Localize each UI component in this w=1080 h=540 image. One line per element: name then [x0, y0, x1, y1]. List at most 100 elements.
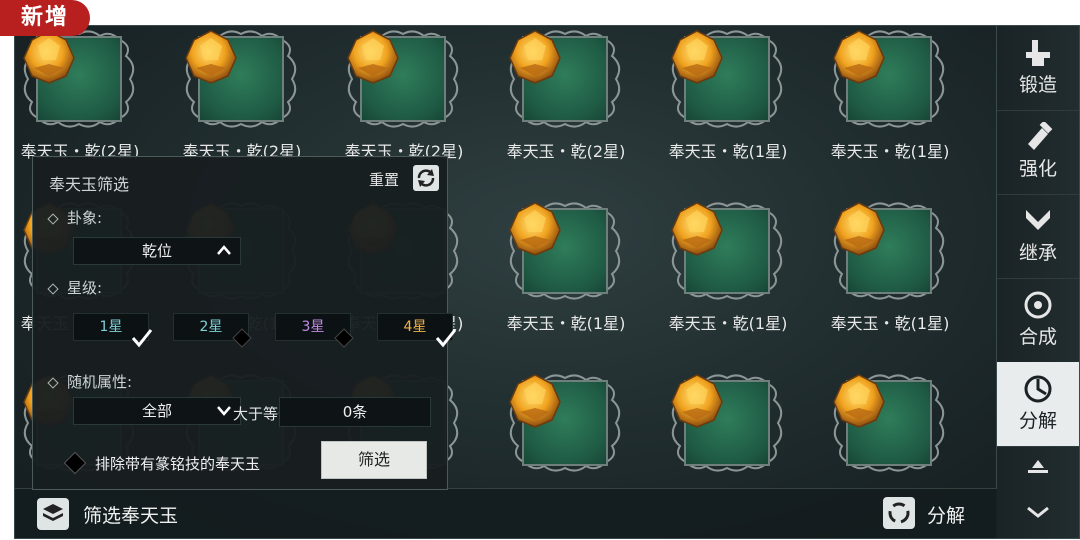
nav-label: 合成: [1018, 326, 1057, 348]
item-name: 奉天玉・乾(1星): [830, 314, 950, 333]
nav-synthesis[interactable]: 合成: [997, 278, 1079, 363]
nav-forge[interactable]: 锻造: [997, 26, 1079, 111]
item-frame: ★: [833, 374, 945, 472]
jade-gem-icon: [347, 30, 399, 84]
item-tile: ★: [833, 30, 932, 122]
jade-gem-icon: [833, 30, 885, 84]
decompose-button[interactable]: 分解: [927, 501, 965, 528]
chevron-down-icon[interactable]: [1026, 506, 1050, 518]
trigram-label: 卦象:: [67, 209, 103, 227]
diamond-icon: [47, 376, 59, 389]
item-card[interactable]: ★ 奉天玉・乾(1星): [663, 26, 793, 186]
item-card[interactable]: ★ 奉天玉・乾(1星): [825, 198, 955, 358]
item-frame: ★: [833, 202, 945, 300]
item-frame: ★★: [347, 30, 459, 128]
filter-jade-label[interactable]: 筛选奉天玉: [83, 501, 178, 528]
star-section: 星级:: [47, 277, 103, 298]
synthesis-icon: [1024, 291, 1052, 319]
attr-section: 随机属性:: [47, 371, 133, 392]
attr-label: 随机属性:: [67, 373, 133, 391]
item-name: 奉天玉・乾(1星): [506, 314, 626, 333]
exclude-checkbox[interactable]: [63, 451, 87, 475]
attr-dropdown[interactable]: 全部: [73, 397, 241, 425]
item-card[interactable]: ★ 奉天玉・乾(1星): [501, 198, 631, 358]
star-option-label: 4星: [403, 319, 427, 335]
nav-more[interactable]: [997, 446, 1079, 530]
item-frame: ★: [671, 202, 783, 300]
nav-label: 分解: [1018, 410, 1057, 432]
jade-gem-icon: [671, 202, 723, 256]
game-screen: ★★奉天玉・乾(2星)★★奉天玉・乾(2星)★★奉天玉・乾(2星)★★奉天玉・乾…: [14, 25, 1080, 539]
item-tile: ★: [509, 202, 608, 294]
item-card[interactable]: ★ 奉天玉・乾(1星): [825, 26, 955, 186]
decompose-icon: [1024, 375, 1052, 403]
item-tile: ★: [509, 374, 608, 466]
item-frame: ★★: [509, 30, 621, 128]
item-name: 奉天玉・乾(1星): [668, 314, 788, 333]
item-frame: ★★: [185, 30, 297, 128]
item-tile: ★★: [185, 30, 284, 122]
trigram-section: 卦象:: [47, 207, 103, 228]
count-input[interactable]: 0条: [279, 397, 431, 427]
item-tile: ★★: [347, 30, 446, 122]
filter-button[interactable]: 筛选: [321, 441, 427, 479]
item-tile: ★: [671, 30, 770, 122]
item-card[interactable]: ★ 奉天玉・乾(1星): [663, 198, 793, 358]
unchecked-diamond-icon[interactable]: [333, 327, 355, 349]
checkmark-icon[interactable]: [435, 327, 457, 349]
item-frame: ★: [833, 30, 945, 128]
inherit-icon: [1026, 210, 1050, 230]
bottom-bar: 筛选奉天玉 分解: [15, 488, 997, 538]
filter-title: 奉天玉筛选: [49, 175, 130, 194]
item-tile: ★: [833, 202, 932, 294]
item-tile: ★: [671, 374, 770, 466]
chevron-down-icon: [217, 406, 231, 416]
item-tile: ★★: [23, 30, 122, 122]
nav-label: 继承: [1018, 242, 1057, 264]
decompose-swirl-icon[interactable]: [883, 497, 915, 529]
item-frame: ★: [671, 30, 783, 128]
attr-value: 全部: [141, 402, 172, 420]
hammer-icon: [1028, 122, 1053, 150]
jade-gem-icon: [671, 30, 723, 84]
jade-gem-icon: [833, 374, 885, 428]
jade-gem-icon: [23, 30, 75, 84]
nav-enhance[interactable]: 强化: [997, 110, 1079, 195]
exclude-label: 排除带有篆铭技的奉天玉: [95, 455, 261, 473]
jade-gem-icon: [833, 202, 885, 256]
more-icon: [1028, 460, 1048, 473]
nav-decompose[interactable]: 分解: [997, 362, 1079, 447]
item-frame: ★: [509, 202, 621, 300]
nav-label: 锻造: [1018, 74, 1057, 96]
item-frame: ★: [509, 374, 621, 472]
jade-gem-icon: [185, 30, 237, 84]
nav-inherit[interactable]: 继承: [997, 194, 1079, 279]
side-navigation: 锻造 强化 继承 合成 分解: [996, 26, 1079, 538]
diamond-icon: [47, 282, 59, 295]
item-name: 奉天玉・乾(1星): [668, 142, 788, 161]
layers-icon[interactable]: [37, 498, 69, 530]
jade-gem-icon: [509, 374, 561, 428]
star-label: 星级:: [67, 279, 103, 297]
chevron-up-icon: [217, 245, 231, 255]
jade-gem-icon: [671, 374, 723, 428]
star-option-label: 1星: [99, 319, 123, 335]
trigram-value: 乾位: [141, 242, 172, 260]
jade-gem-icon: [509, 202, 561, 256]
refresh-icon[interactable]: [413, 165, 439, 191]
item-tile: ★: [833, 374, 932, 466]
item-card[interactable]: ★★ 奉天玉・乾(2星): [501, 26, 631, 186]
star-option-label: 2星: [199, 319, 223, 335]
unchecked-diamond-icon[interactable]: [231, 327, 253, 349]
nav-label: 强化: [1018, 158, 1057, 180]
checkmark-icon[interactable]: [131, 327, 153, 349]
item-frame: ★★: [23, 30, 135, 128]
trigram-dropdown[interactable]: 乾位: [73, 237, 241, 265]
item-tile: ★: [671, 202, 770, 294]
jade-gem-icon: [509, 30, 561, 84]
item-frame: ★: [671, 374, 783, 472]
filter-panel: 奉天玉筛选 重置 卦象: 乾位 星级: 1星 2星 3星 4星 随机属性: 全部 大于…: [32, 156, 457, 490]
item-name: 奉天玉・乾(2星): [506, 142, 626, 161]
anvil-icon: [1026, 40, 1050, 66]
reset-label[interactable]: 重置: [369, 169, 399, 190]
